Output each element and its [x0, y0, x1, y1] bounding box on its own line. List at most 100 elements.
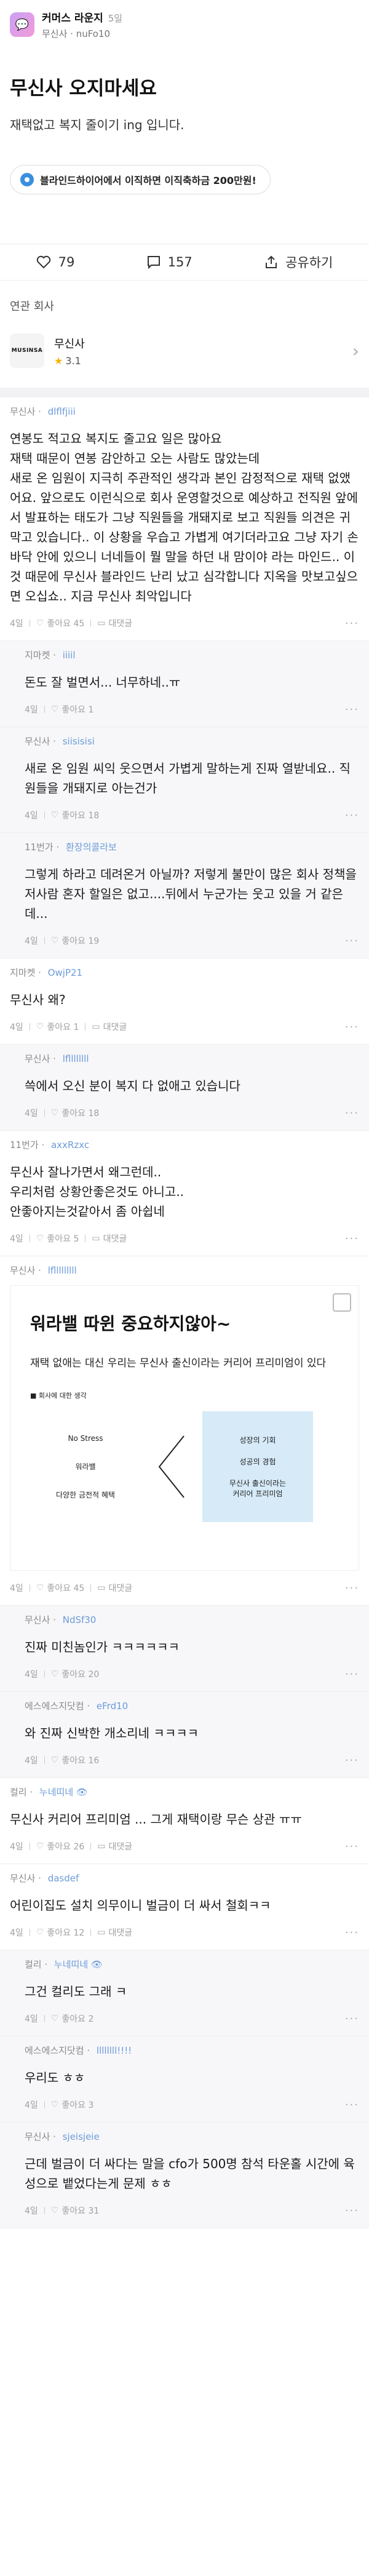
more-icon[interactable]: ···	[345, 1021, 359, 1034]
comment-like-button[interactable]: ♡ 좋아요 2	[51, 2012, 94, 2025]
more-icon[interactable]: ···	[345, 1582, 359, 1595]
comment-meta: 에스에스지닷컴 · llllllll!!!!	[25, 2045, 132, 2056]
comment-company: 지마켓	[10, 967, 36, 978]
comment-like-button[interactable]: ♡ 좋아요 3	[51, 2099, 94, 2111]
reply-button[interactable]: ▭ 대댓글	[97, 1926, 132, 1939]
more-icon[interactable]: ···	[345, 2099, 359, 2111]
comment-author[interactable]: NdSf30	[63, 1614, 97, 1625]
comment-button[interactable]: 157	[147, 255, 192, 269]
comment-author[interactable]: 환장의콜라보	[66, 842, 117, 853]
reply-button[interactable]: ▭ 대댓글	[92, 1021, 127, 1033]
comment-meta: 무신사 · siisisisi	[25, 736, 95, 747]
comment-author[interactable]: siisisisi	[63, 736, 95, 747]
comment-meta: 무신사 · dasdef	[10, 1873, 79, 1884]
lounge-name[interactable]: 커머스 라운지	[42, 12, 103, 25]
reply-item: 무신사 · sjeisjeie 근데 벌금이 더 싸다는 말을 cfo가 500명…	[0, 2123, 369, 2228]
more-icon[interactable]: ···	[345, 617, 359, 630]
reply-button[interactable]: ▭ 대댓글	[97, 1582, 132, 1594]
comment-like-button[interactable]: ♡ 좋아요 1	[36, 1021, 79, 1033]
reply-item: 무신사 · siisisisi 새로 온 임원 씨익 웃으면서 가볍게 말하는게 …	[0, 727, 369, 833]
diagram-left-item: 다양한 금전적 혜택	[56, 1491, 115, 1499]
heart-icon	[36, 255, 50, 269]
comment-author[interactable]: OwjP21	[48, 967, 82, 978]
more-icon[interactable]: ···	[345, 2204, 359, 2217]
comment-like-button[interactable]: ♡ 좋아요 12	[36, 1926, 84, 1939]
reply-button[interactable]: ▭ 대댓글	[97, 1840, 132, 1852]
more-icon[interactable]: ···	[345, 1926, 359, 1939]
diagram-right: 성장의 기회 성공의 경험 무신사 출신이라는 커리어 프리미엄	[202, 1411, 313, 1522]
more-icon[interactable]: ···	[345, 1840, 359, 1853]
comment-date: 4일	[10, 1928, 23, 1938]
reply-item: 무신사 · NdSf30 진짜 미친놈인가 ㅋㅋㅋㅋㅋㅋ 4일 ♡ 좋아요 20 ···	[0, 1606, 369, 1692]
related-company-card[interactable]: MUSINSA 무신사 ★ 3.1 ›	[0, 314, 369, 388]
comment-company: 무신사	[25, 1614, 50, 1625]
comment-author[interactable]: llllllll!!!!	[97, 2045, 132, 2056]
comment-like-button[interactable]: ♡ 좋아요 5	[36, 1232, 79, 1245]
comment-meta: 지마켓 · OwjP21	[10, 967, 83, 978]
comment-item: 컬리 · 누네띠네 👁 무신사 커리어 프리미엄 ... 그게 재택이랑 무슨 상…	[0, 1778, 369, 1864]
comment-like-button[interactable]: ♡ 좋아요 16	[51, 1754, 99, 1766]
reply-item: 11번가 · 환장의콜라보 그렇게 하라고 데려온거 아닐까? 저렇게 불만이 많…	[0, 833, 369, 959]
like-count: 79	[58, 255, 75, 269]
more-icon[interactable]: ···	[345, 809, 359, 822]
comment-meta: 무신사 · dlflfjiii	[10, 406, 76, 417]
comment-text: 우리도 ㅎㅎ	[25, 2070, 85, 2085]
lounge-icon[interactable]: 💬	[10, 12, 34, 37]
comment-like-button[interactable]: ♡ 좋아요 18	[51, 809, 99, 821]
comment-author[interactable]: lflllllllll	[48, 1265, 77, 1276]
comment-date: 4일	[25, 1670, 38, 1680]
comment-like-button[interactable]: ♡ 좋아요 45	[36, 617, 84, 629]
comment-company: 무신사	[10, 1265, 36, 1276]
reply-button[interactable]: ▭ 대댓글	[97, 617, 132, 629]
comment-author[interactable]: iiiil	[63, 650, 76, 661]
comment-date: 4일	[25, 2206, 38, 2216]
like-button[interactable]: 79	[36, 255, 75, 269]
promo-banner[interactable]: 블라인드하이어에서 이직하면 이직축하금 200만원!	[10, 165, 271, 194]
comment-like-button[interactable]: ♡ 좋아요 45	[36, 1582, 84, 1594]
comment-author[interactable]: dlflfjiii	[48, 406, 76, 417]
more-icon[interactable]: ···	[345, 1232, 359, 1245]
comment-like-button[interactable]: ♡ 좋아요 20	[51, 1668, 99, 1680]
heart-icon: ♡	[36, 1234, 44, 1243]
reply-item: 무신사 · lfllllllll 쓱에서 오신 분이 복지 다 없애고 있습니다 4…	[0, 1045, 369, 1131]
comment-author[interactable]: sjeisjeie	[63, 2131, 100, 2142]
more-icon[interactable]: ···	[345, 2012, 359, 2025]
comment-image[interactable]: 워라밸 따윈 중요하지않아~ 재택 없애는 대신 우리는 무신사 출신이라는 커리…	[10, 1285, 359, 1571]
comment-date: 4일	[25, 1109, 38, 1119]
heart-icon: ♡	[36, 1022, 44, 1032]
diagram-right-item: 성장의 기회	[239, 1436, 276, 1445]
comment-company: 11번가	[25, 842, 54, 853]
post-body: 재택없고 복지 줄이기 ing 입니다.	[10, 118, 184, 132]
diagram-left: No Stress 워라밸 다양한 금전적 혜택	[30, 1424, 141, 1509]
reply-button[interactable]: ▭ 대댓글	[92, 1232, 127, 1245]
comment-like-button[interactable]: ♡ 좋아요 18	[51, 1107, 99, 1119]
comment-footer: 4일 ♡ 좋아요 1 ▭ 대댓글 ···	[10, 1010, 359, 1044]
comment-author[interactable]: axxRzxc	[51, 1139, 89, 1150]
comment-author[interactable]: dasdef	[48, 1873, 79, 1884]
comment-like-button[interactable]: ♡ 좋아요 1	[51, 703, 94, 716]
more-icon[interactable]: ···	[345, 1668, 359, 1681]
comment-author[interactable]: eFrd10	[97, 1701, 128, 1712]
more-icon[interactable]: ···	[345, 1754, 359, 1767]
heart-icon: ♡	[50, 2206, 59, 2215]
comment-footer: 4일 ♡ 좋아요 18 ···	[25, 1096, 359, 1130]
comment-like-button[interactable]: ♡ 좋아요 31	[51, 2204, 99, 2217]
post-age: 5일	[108, 13, 123, 24]
share-button[interactable]: 공유하기	[264, 253, 333, 271]
more-icon[interactable]: ···	[345, 703, 359, 716]
comment-author[interactable]: lfllllllll	[63, 1053, 89, 1064]
comment-author[interactable]: 누네띠네 👁	[54, 1959, 103, 1970]
more-icon[interactable]: ···	[345, 1107, 359, 1120]
more-icon[interactable]: ···	[345, 935, 359, 947]
heart-icon: ♡	[50, 1669, 59, 1679]
comment-meta: 무신사 · lflllllllll	[10, 1265, 77, 1276]
comment-meta: 무신사 · sjeisjeie	[25, 2131, 100, 2142]
comment-author[interactable]: 누네띠네 👁	[39, 1787, 88, 1798]
comment-company: 11번가	[10, 1139, 39, 1150]
expand-icon[interactable]	[333, 1293, 351, 1312]
comment-like-button[interactable]: ♡ 좋아요 19	[51, 935, 99, 947]
promo-label: 블라인드하이어에서 이직하면 이직축하금 200만원!	[40, 175, 256, 186]
comment-company: 무신사	[25, 736, 50, 747]
comment-date: 4일	[10, 1023, 23, 1032]
comment-like-button[interactable]: ♡ 좋아요 26	[36, 1840, 84, 1852]
